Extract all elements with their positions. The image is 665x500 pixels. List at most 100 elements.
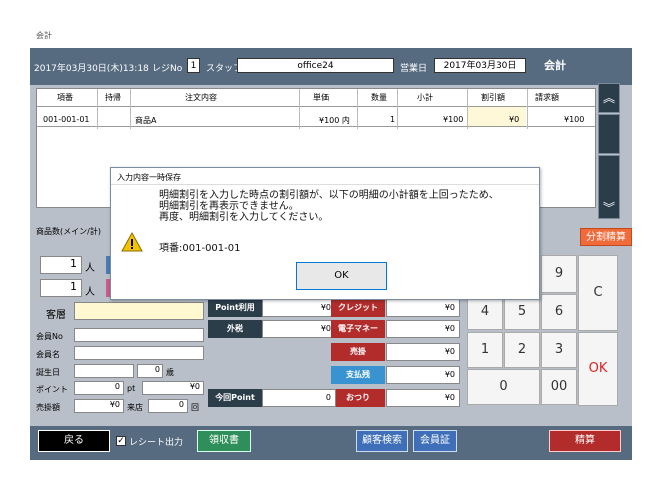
col-header-takeout: 持帰 bbox=[105, 93, 121, 102]
col-divider bbox=[527, 89, 528, 129]
birthday-field[interactable] bbox=[74, 364, 134, 378]
key-2[interactable]: 2 bbox=[504, 332, 540, 368]
birthday-label: 誕生日 bbox=[36, 368, 60, 377]
member-card-button[interactable]: 会員証 bbox=[413, 430, 457, 452]
dialog-line-1: 明細割引を入力した時点の割引額が、以下の明細の小計額を上回ったため、 bbox=[159, 190, 499, 201]
credit-field[interactable]: ¥0 bbox=[386, 299, 460, 317]
scroll-track[interactable] bbox=[598, 114, 620, 154]
row-no[interactable]: 001-001-01 bbox=[43, 115, 90, 124]
dialog-message: 明細割引を入力した時点の割引額が、以下の明細の小計額を上回ったため、 明細割引を… bbox=[159, 190, 499, 223]
bizday[interactable]: 2017年03月30日 bbox=[434, 58, 526, 73]
key-1[interactable]: 1 bbox=[467, 332, 503, 368]
change-label: おつり bbox=[331, 389, 385, 407]
key-9[interactable]: 9 bbox=[541, 255, 577, 293]
row-price[interactable]: ¥100 内 bbox=[319, 115, 350, 126]
window-title: 会計 bbox=[36, 31, 52, 40]
balance-field: ¥0 bbox=[386, 366, 460, 384]
row-qty[interactable]: 1 bbox=[390, 115, 395, 124]
register-label: レジNo bbox=[152, 64, 183, 74]
col-header-discount: 割引額 bbox=[481, 93, 505, 102]
double-chevron-down-icon: ︾ bbox=[602, 201, 615, 215]
col-header-qty: 数量 bbox=[371, 93, 387, 102]
next-point-label: 今回Point bbox=[208, 389, 262, 407]
col-divider bbox=[97, 89, 98, 129]
key-6[interactable]: 6 bbox=[541, 294, 577, 330]
receipt-button[interactable]: 領収書 bbox=[197, 430, 251, 452]
visit-unit: 回 bbox=[191, 403, 199, 412]
message-dialog: 入力内容一時保存 明細割引を入力した時点の割引額が、以下の明細の小計額を上回った… bbox=[110, 167, 540, 300]
count1-unit: 人 bbox=[85, 263, 95, 274]
receipt-checkbox[interactable]: ✓ bbox=[116, 436, 126, 446]
scroll-down-button[interactable]: ︾ bbox=[598, 155, 620, 219]
row-divider bbox=[37, 126, 595, 127]
settle-button[interactable]: 精算 bbox=[549, 430, 621, 452]
urikake-field[interactable]: ¥0 bbox=[386, 343, 460, 361]
screen-title: 会計 bbox=[544, 59, 566, 72]
sales-field: ¥0 bbox=[74, 399, 124, 413]
staff-name[interactable]: office24 bbox=[237, 58, 394, 73]
col-header-price: 単価 bbox=[313, 93, 329, 102]
dialog-title-divider bbox=[111, 184, 539, 185]
col-divider bbox=[299, 89, 300, 129]
point-unit: pt bbox=[127, 384, 136, 393]
scroll-up-button[interactable]: ︽ bbox=[598, 83, 620, 113]
register-no: 1 bbox=[187, 58, 200, 73]
age-field: 0 bbox=[137, 364, 163, 378]
urikake-label: 売掛 bbox=[331, 343, 385, 361]
row-item[interactable]: 商品A bbox=[135, 115, 156, 126]
top-bar: 2017年03月30日(木)13:18 レジNo 1 スタッフ office24… bbox=[30, 48, 632, 85]
col-divider bbox=[357, 89, 358, 129]
col-header-item: 注文内容 bbox=[185, 93, 217, 102]
emoney-field[interactable]: ¥0 bbox=[386, 320, 460, 338]
col-divider bbox=[397, 89, 398, 129]
emoney-label: 電子マネー bbox=[331, 320, 385, 338]
back-button[interactable]: 戻る bbox=[38, 430, 110, 452]
double-chevron-up-icon: ︽ bbox=[602, 91, 615, 105]
point-yen-field: ¥0 bbox=[142, 381, 204, 395]
key-0[interactable]: 0 bbox=[467, 369, 540, 405]
change-field: ¥0 bbox=[386, 389, 460, 407]
col-divider bbox=[130, 89, 131, 129]
key-00[interactable]: 00 bbox=[541, 369, 577, 405]
col-header-subtotal: 小計 bbox=[417, 93, 433, 102]
items-count-label: 商品数(メイン/計) bbox=[36, 227, 101, 236]
dialog-title: 入力内容一時保存 bbox=[117, 173, 181, 182]
member-name-label: 会員名 bbox=[36, 350, 60, 359]
customer-search-button[interactable]: 顧客検索 bbox=[356, 430, 408, 452]
bottom-bar: 戻る ✓ レシート出力 領収書 顧客検索 会員証 精算 bbox=[30, 426, 632, 460]
tax-field: ¥0 bbox=[262, 320, 336, 338]
check-icon: ✓ bbox=[117, 436, 125, 446]
point-use-label: Point利用 bbox=[208, 299, 262, 317]
row-total[interactable]: ¥100 bbox=[564, 115, 584, 124]
row-discount[interactable]: ¥0 bbox=[509, 115, 519, 124]
customer-field[interactable] bbox=[74, 302, 204, 320]
member-no-label: 会員No bbox=[36, 332, 63, 341]
visit-field: 0 bbox=[148, 399, 188, 413]
dialog-line-2: 明細割引を再表示できません。 bbox=[159, 201, 299, 212]
age-unit: 歳 bbox=[166, 368, 174, 377]
count1-field[interactable]: 1 bbox=[40, 256, 82, 274]
member-no-field[interactable] bbox=[74, 328, 204, 342]
member-name-field[interactable] bbox=[74, 346, 204, 360]
ok-button[interactable]: OK bbox=[296, 262, 387, 290]
dialog-line-3: 再度、明細割引を入力してください。 bbox=[159, 212, 329, 223]
visit-label: 来店 bbox=[127, 403, 143, 412]
key-3[interactable]: 3 bbox=[541, 332, 577, 368]
row-subtotal[interactable]: ¥100 bbox=[443, 115, 463, 124]
datetime: 2017年03月30日(木)13:18 bbox=[34, 64, 149, 74]
tax-label: 外税 bbox=[208, 320, 262, 338]
customer-label: 客層 bbox=[46, 310, 66, 321]
split-payment-button[interactable]: 分割精算 bbox=[580, 228, 632, 246]
key-ok[interactable]: OK bbox=[578, 332, 618, 406]
bizday-label: 営業日 bbox=[400, 64, 428, 74]
point-use-field[interactable]: ¥0 bbox=[262, 299, 336, 317]
receipt-checkbox-label: レシート出力 bbox=[129, 438, 184, 448]
point-label: ポイント bbox=[36, 385, 68, 394]
count2-field[interactable]: 1 bbox=[40, 279, 82, 297]
col-header-total: 請求額 bbox=[535, 93, 559, 102]
sales-label: 売掛額 bbox=[36, 403, 60, 412]
credit-label: クレジット bbox=[331, 299, 385, 317]
key-clear[interactable]: C bbox=[578, 255, 618, 331]
point-field: 0 bbox=[74, 381, 124, 395]
next-point-field: 0 bbox=[262, 389, 336, 407]
